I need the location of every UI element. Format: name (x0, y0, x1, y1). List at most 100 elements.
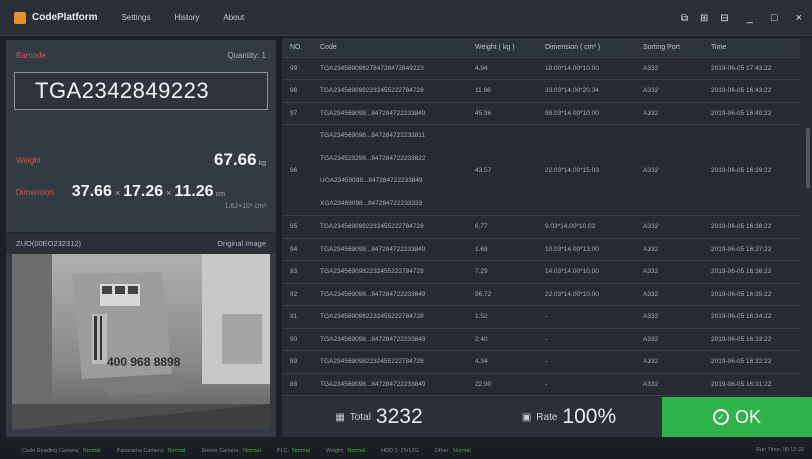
records-table-panel: NO. Code Weight ( kg ) Dimension ( cm³ )… (282, 38, 812, 397)
row-time: 2019-06-05 16:37:22 (703, 238, 800, 261)
info-panel: Barcode Quantity: 1 TGA2342849223 Weight… (6, 40, 276, 437)
row-weight: 96.72 (467, 283, 537, 306)
table-row[interactable]: 96 TGA234569098...847284722233811 TGA23452… (282, 124, 800, 216)
camera-header: ZUO(00EO232312) Original Image (6, 232, 276, 254)
minimize-button[interactable]: _ (747, 12, 753, 24)
status-code-camera: Code Reading Camera: Normal (22, 447, 101, 454)
barcode-label: Barcode (16, 50, 46, 60)
menu-settings[interactable]: Settings (122, 13, 151, 22)
table-row[interactable]: 98 TGA2345690982232455222784728 11.96 33.03… (282, 79, 800, 103)
table-row[interactable]: 99 TGA2345690982784728472849223 4.94 18.00*… (282, 57, 800, 80)
row-sorting-port: A332 (635, 373, 703, 396)
col-sorting-port[interactable]: Sorting Port (635, 38, 703, 58)
top-bar: CodePlatform Settings History About ⧉ ⊞ … (0, 0, 812, 36)
row-no: 90 (282, 328, 312, 351)
row-weight: 6.77 (467, 215, 537, 239)
row-sorting-port: A332 (635, 350, 703, 374)
total-counter: ▦ Total 3232 (282, 397, 472, 437)
table-row[interactable]: 92 TGA234569098...847284722233849 96.72 22.… (282, 283, 800, 306)
row-no: 93 (282, 260, 312, 284)
row-sorting-port: A332 (635, 215, 703, 239)
row-weight: 45.96 (467, 102, 537, 125)
menu-history[interactable]: History (174, 13, 199, 22)
table-row[interactable]: 91 TGA2345690982232455222784728 1.52- A332 2… (282, 305, 800, 329)
weight-label: Weight (16, 155, 41, 165)
rate-icon: ▣ (521, 411, 532, 423)
weight-value: 67.66 (214, 150, 257, 169)
row-weight: 4.94 (467, 57, 537, 80)
ok-status[interactable]: ✓ OK (662, 397, 812, 437)
records-table: NO. Code Weight ( kg ) Dimension ( cm³ )… (282, 38, 800, 396)
app-title: CodePlatform (32, 12, 98, 23)
maximize-button[interactable]: □ (771, 12, 778, 24)
row-sorting-port: A332 (635, 238, 703, 261)
camera-id: ZUO(00EO232312) (16, 239, 82, 248)
row-no: 97 (282, 102, 312, 125)
col-no[interactable]: NO. (282, 38, 312, 58)
col-time[interactable]: Time (703, 38, 800, 58)
original-image-label[interactable]: Original Image (217, 239, 266, 248)
row-time: 2019-06-05 16:39:22 (703, 124, 800, 216)
barcode-value: TGA2342849223 (35, 78, 210, 103)
row-dimension: 22.03*14.00*10.00 (537, 283, 635, 306)
row-no: 89 (282, 350, 312, 374)
row-no: 95 (282, 215, 312, 239)
row-code: TGA234569098...847284722233849 (312, 328, 467, 351)
row-time: 2019-06-05 16:31:22 (703, 373, 800, 396)
col-code[interactable]: Code (312, 38, 467, 58)
row-time: 2019-06-05 16:33:22 (703, 328, 800, 351)
row-dimension: 10.03*14.00*13.00 (537, 238, 635, 261)
row-no: 88 (282, 373, 312, 396)
table-row[interactable]: 88 TGA234569098...847284722233849 22.90- A3… (282, 373, 800, 396)
rate-value: 100% (562, 405, 617, 428)
row-sorting-port: A332 (635, 305, 703, 329)
table-row[interactable]: 95 TGA2345690982232455222784728 6.77 9.03*1… (282, 215, 800, 239)
table-row[interactable]: 97 TGA234569098...847284722233849 45.96 99.… (282, 102, 800, 125)
menu-about[interactable]: About (223, 13, 244, 22)
table-row[interactable]: 89 TGA2345690982232455222784728 4.34- A332 2… (282, 350, 800, 374)
row-code: UGA23459098...847284722233849 (320, 177, 423, 184)
pin-icon[interactable]: ⊟ (720, 13, 728, 24)
row-code: TGA2345690982232455222784728 (312, 305, 467, 329)
row-weight: 1.52 (467, 305, 537, 329)
volume-text: 1.62×10³ cm³ (224, 203, 266, 210)
camera-image[interactable]: 400 968 8898 (12, 254, 270, 430)
row-no: 94 (282, 238, 312, 261)
row-time: 2019-06-05 16:36:22 (703, 260, 800, 284)
total-label: Total (349, 411, 371, 423)
dimension-length: 37.66 (71, 183, 112, 200)
row-code: XGA23469098...847284722233333 (320, 199, 423, 207)
row-sorting-port: A332 (635, 79, 703, 103)
table-row[interactable]: 94 TGA234569098...847284722233849 1.69 10.0… (282, 238, 800, 261)
camera-icon[interactable]: ⧉ (681, 13, 688, 24)
row-sorting-port: A332 (635, 102, 703, 125)
row-sorting-port: A332 (635, 260, 703, 284)
row-no: 99 (282, 57, 312, 80)
row-code: TGA234569098...847284722233849 (312, 283, 467, 306)
row-dimension: 9.03*14.00*10.03 (537, 215, 635, 239)
status-panorama-camera: Panorama Camera: Normal (116, 447, 186, 454)
row-dimension: 33.03*14.00*20.34 (537, 79, 635, 103)
table-row[interactable]: 90 TGA234569098...847284722233849 2.40- A33… (282, 328, 800, 351)
row-time: 2019-06-05 16:43:22 (703, 79, 800, 103)
status-other: Other: Normal (434, 447, 471, 454)
row-sorting-port: A332 (635, 283, 703, 306)
row-dimension: 99.03*14.00*10.00 (537, 102, 635, 125)
app-window: CodePlatform Settings History About ⧉ ⊞ … (0, 0, 812, 459)
table-row[interactable]: 93 TGA2345690982232455222784728 7.29 14.03*… (282, 260, 800, 284)
col-dimension[interactable]: Dimension ( cm³ ) (537, 38, 635, 58)
rate-counter: ▣ Rate 100% (472, 397, 662, 437)
table-scrollbar[interactable] (806, 128, 810, 188)
row-dimension: 14.03*14.00*10.00 (537, 260, 635, 284)
row-code-list: TGA234569098...847284722233811 TGA2345232… (312, 124, 467, 216)
col-weight[interactable]: Weight ( kg ) (467, 38, 537, 58)
weight-unit: kg (258, 160, 266, 167)
counter-bar: ▦ Total 3232 ▣ Rate 100% ✓ OK (282, 397, 812, 437)
layout-icon[interactable]: ⊞ (700, 13, 708, 24)
row-weight: 1.69 (467, 238, 537, 261)
row-weight: 22.90 (467, 373, 537, 396)
row-sorting-port: A332 (635, 124, 703, 216)
row-weight: 2.40 (467, 328, 537, 351)
close-button[interactable]: × (796, 12, 802, 24)
status-bar: Code Reading Camera: Normal Panorama Came… (0, 442, 812, 459)
